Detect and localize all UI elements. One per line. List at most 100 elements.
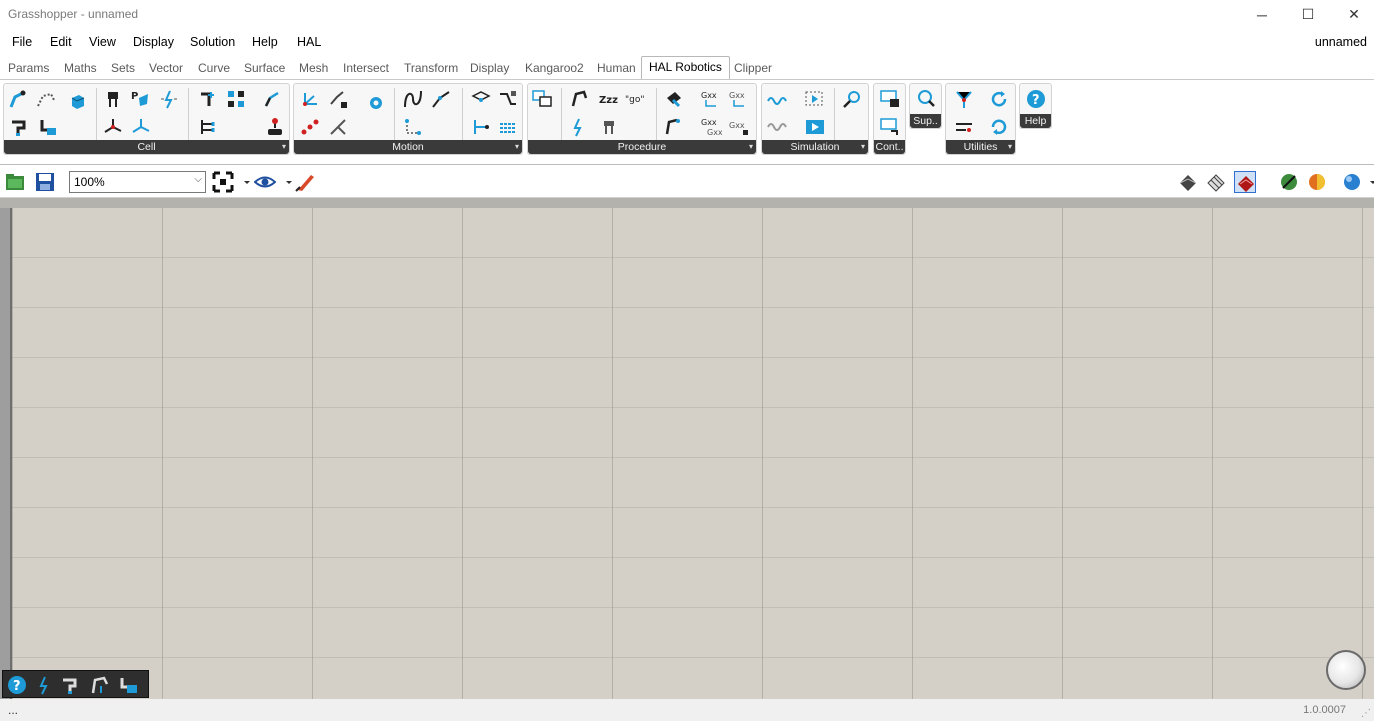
frame-axes-icon[interactable] bbox=[102, 116, 124, 138]
zoom-select[interactable]: 100% ⌵ bbox=[69, 171, 206, 193]
ribbon-group-label-simulation[interactable]: Simulation ▾ bbox=[762, 140, 868, 154]
custom-code-icon[interactable]: "go" bbox=[625, 88, 647, 110]
tool-icon[interactable] bbox=[8, 116, 30, 138]
preview-mesh-icon[interactable] bbox=[1177, 171, 1199, 193]
frame-blue-icon[interactable] bbox=[130, 116, 152, 138]
help-icon[interactable]: ? bbox=[6, 674, 28, 696]
gcode-parse-icon[interactable]: Gxx Gxx bbox=[700, 116, 723, 138]
gcode-list-icon[interactable]: Gxx bbox=[728, 116, 750, 138]
tab-maths[interactable]: Maths bbox=[64, 61, 97, 75]
open-folder-icon[interactable] bbox=[4, 171, 26, 193]
play-video-icon[interactable] bbox=[804, 116, 826, 138]
controller-icon[interactable] bbox=[879, 88, 901, 110]
maximize-button[interactable]: ☐ bbox=[1285, 0, 1331, 29]
ribbon-group-label-procedure[interactable]: Procedure ▾ bbox=[528, 140, 756, 154]
target-points-icon[interactable] bbox=[299, 116, 321, 138]
menu-solution[interactable]: Solution bbox=[190, 35, 235, 49]
supervisor-search-icon[interactable] bbox=[915, 88, 937, 110]
list-utility-icon[interactable] bbox=[953, 116, 975, 138]
tool-change-arm-icon[interactable] bbox=[663, 116, 685, 138]
robot-outline-icon[interactable] bbox=[35, 88, 57, 110]
tab-mesh[interactable]: Mesh bbox=[299, 61, 328, 75]
canvas-navigation-ball[interactable] bbox=[1326, 650, 1366, 690]
sketch-pen-icon[interactable] bbox=[294, 171, 316, 193]
save-icon[interactable] bbox=[34, 171, 56, 193]
ribbon-group-label-supervisor[interactable]: Sup.. bbox=[910, 114, 941, 128]
procedure-windows-icon[interactable] bbox=[531, 88, 553, 110]
chevron-down-icon[interactable]: ▾ bbox=[515, 140, 519, 154]
preview-eye-icon[interactable] bbox=[253, 171, 277, 193]
tab-curve[interactable]: Curve bbox=[198, 61, 230, 75]
ribbon-group-label-motion[interactable]: Motion ▾ bbox=[294, 140, 522, 154]
ribbon-group-label-controller[interactable]: Cont.. bbox=[874, 140, 905, 154]
program-lines-icon[interactable] bbox=[497, 116, 519, 138]
document-preview-dropdown-icon[interactable] bbox=[1362, 171, 1374, 193]
tab-transform[interactable]: Transform bbox=[404, 61, 458, 75]
chevron-down-icon[interactable]: ▾ bbox=[282, 140, 286, 154]
tab-vector[interactable]: Vector bbox=[149, 61, 183, 75]
signal-icon[interactable] bbox=[33, 674, 55, 696]
preview-dropdown-icon[interactable] bbox=[278, 171, 292, 193]
zoom-extents-dropdown-icon[interactable] bbox=[236, 171, 250, 193]
ribbon-group-label-help[interactable]: Help bbox=[1020, 114, 1051, 128]
frame-utility-icon[interactable] bbox=[953, 88, 975, 110]
help-icon[interactable]: ? bbox=[1025, 88, 1047, 110]
tab-sets[interactable]: Sets bbox=[111, 61, 135, 75]
tab-surface[interactable]: Surface bbox=[244, 61, 285, 75]
menu-file[interactable]: File bbox=[12, 35, 32, 49]
preview-wireframe-icon[interactable] bbox=[1205, 171, 1227, 193]
settings-gear-icon[interactable] bbox=[365, 92, 387, 114]
target-deconstruct-icon[interactable] bbox=[327, 116, 349, 138]
menu-hal[interactable]: HAL bbox=[297, 35, 321, 49]
path-motion-icon[interactable] bbox=[430, 88, 452, 110]
simulation-player-icon[interactable] bbox=[804, 88, 826, 110]
signal-icon[interactable] bbox=[158, 88, 180, 110]
target-axes-icon[interactable] bbox=[299, 88, 321, 110]
menu-help[interactable]: Help bbox=[252, 35, 278, 49]
workobject-icon[interactable] bbox=[37, 116, 59, 138]
robot-arm-icon[interactable] bbox=[89, 674, 111, 696]
menu-view[interactable]: View bbox=[89, 35, 116, 49]
move-action-icon[interactable] bbox=[569, 88, 591, 110]
menu-display[interactable]: Display bbox=[133, 35, 174, 49]
trajectory-list-icon[interactable] bbox=[497, 88, 519, 110]
tab-human[interactable]: Human bbox=[597, 61, 636, 75]
curve-motion-icon[interactable] bbox=[402, 88, 424, 110]
target-list-icon[interactable] bbox=[327, 88, 349, 110]
trajectory-icon[interactable] bbox=[470, 88, 492, 110]
wait-action-icon[interactable]: Zzz bbox=[598, 88, 620, 110]
grasshopper-canvas[interactable] bbox=[12, 208, 1374, 699]
robot-blue-icon[interactable] bbox=[262, 88, 284, 110]
inspect-icon[interactable] bbox=[841, 88, 863, 110]
close-button[interactable]: ✕ bbox=[1331, 0, 1374, 29]
tab-clipper[interactable]: Clipper bbox=[734, 61, 772, 75]
tab-hal-robotics[interactable]: HAL Robotics bbox=[641, 56, 730, 79]
tab-intersect[interactable]: Intersect bbox=[343, 61, 389, 75]
deconstruct-icon[interactable] bbox=[197, 116, 219, 138]
cube-icon[interactable] bbox=[66, 90, 88, 112]
ribbon-group-label-cell[interactable]: Cell ▾ bbox=[4, 140, 289, 154]
joystick-icon[interactable] bbox=[264, 116, 286, 138]
tab-kangaroo2[interactable]: Kangaroo2 bbox=[525, 61, 584, 75]
tool-icon[interactable] bbox=[60, 674, 82, 696]
sync-icon[interactable] bbox=[988, 116, 1010, 138]
positioner-icon[interactable]: P bbox=[130, 88, 152, 110]
chevron-down-icon[interactable]: ▾ bbox=[1008, 140, 1012, 154]
sequence-icon[interactable] bbox=[470, 116, 492, 138]
preview-shaded-icon[interactable] bbox=[1234, 171, 1256, 193]
robot-arm-icon[interactable] bbox=[8, 88, 30, 110]
gripper-icon[interactable] bbox=[102, 88, 124, 110]
mechanism-icon[interactable] bbox=[197, 88, 219, 110]
menu-edit[interactable]: Edit bbox=[50, 35, 72, 49]
signal-action-icon[interactable] bbox=[569, 116, 591, 138]
joints-icon[interactable] bbox=[225, 88, 247, 110]
zoom-extents-icon[interactable] bbox=[212, 171, 234, 193]
document-preview-icon[interactable] bbox=[1341, 171, 1363, 193]
tab-params[interactable]: Params bbox=[8, 61, 49, 75]
minimize-button[interactable]: ─ bbox=[1239, 0, 1285, 29]
preview-selected-icon[interactable] bbox=[1278, 171, 1300, 193]
gcode-icon[interactable]: Gxx bbox=[700, 88, 722, 110]
chevron-down-icon[interactable]: ▾ bbox=[749, 140, 753, 154]
linear-path-icon[interactable] bbox=[402, 116, 424, 138]
refresh-icon[interactable] bbox=[988, 88, 1010, 110]
